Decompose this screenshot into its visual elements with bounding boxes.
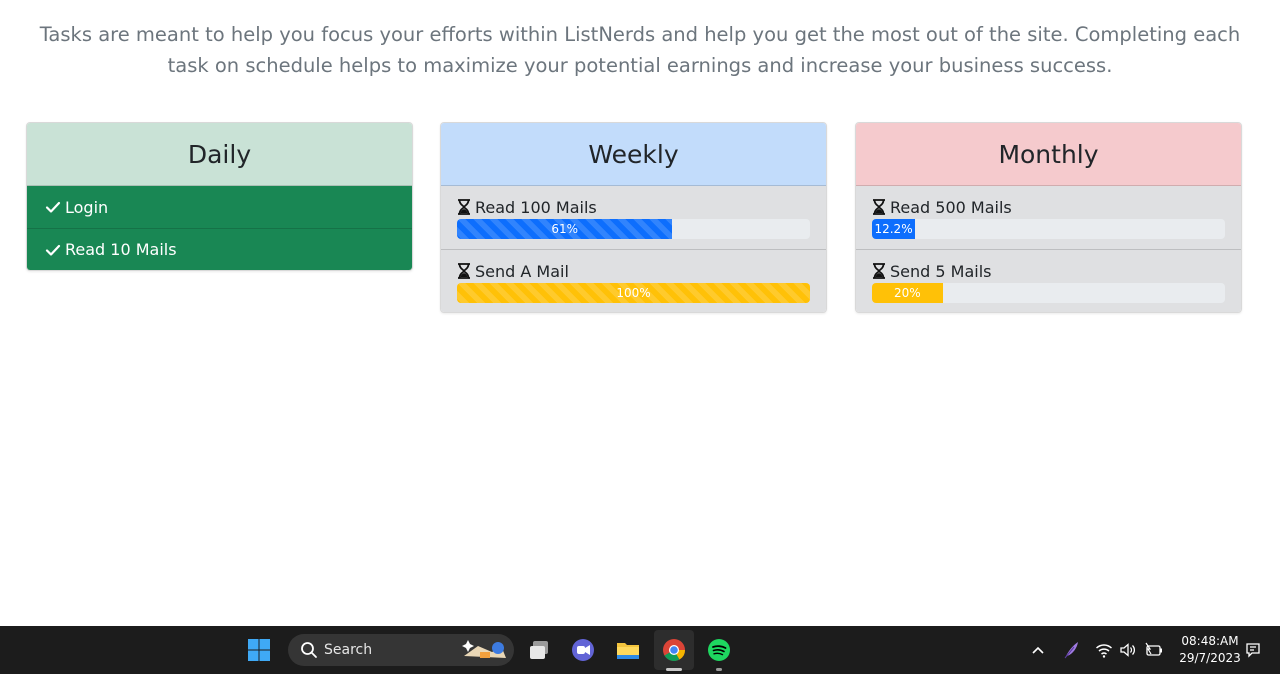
monthly-task-list: Read 500 Mails 12.2% Send 5 Mails 20% <box>856 186 1241 312</box>
monthly-card: Monthly Read 500 Mails 12.2% Send 5 Mail… <box>855 122 1242 313</box>
hourglass-icon <box>873 263 885 279</box>
active-app-indicator <box>666 668 682 671</box>
daily-card: Daily Login Read 10 Mails <box>26 122 413 271</box>
weekly-task-list: Read 100 Mails 61% Send A Mail 100% <box>441 186 826 312</box>
check-icon <box>45 244 61 256</box>
battery-icon[interactable] <box>1144 640 1164 660</box>
task-label: Send 5 Mails <box>890 261 992 281</box>
chevron-up-icon[interactable] <box>1030 640 1046 660</box>
wifi-icon[interactable] <box>1095 640 1113 660</box>
clock-time: 08:48:AM <box>1181 634 1239 648</box>
chrome-icon[interactable] <box>662 638 686 662</box>
hourglass-icon <box>873 199 885 215</box>
daily-task-list: Login Read 10 Mails <box>27 186 412 270</box>
progress-fill: 12.2% <box>872 219 916 239</box>
daily-task-label: Login <box>65 197 109 217</box>
progress-fill: 100% <box>457 283 810 303</box>
progress-bar: 12.2% <box>872 219 1225 239</box>
task-view-icon[interactable] <box>527 638 551 662</box>
task-label-row: Send 5 Mails <box>872 261 1225 281</box>
system-clock[interactable]: 08:48:AM 29/7/2023 <box>1170 633 1250 667</box>
clock-date: 29/7/2023 <box>1179 651 1241 665</box>
intro-text: Tasks are meant to help you focus your e… <box>39 23 1241 77</box>
spotify-icon[interactable] <box>707 638 731 662</box>
task-label: Read 100 Mails <box>475 197 597 217</box>
progress-bar: 100% <box>457 283 810 303</box>
taskbar-search[interactable]: Search <box>288 634 514 666</box>
task-label-row: Read 100 Mails <box>457 197 810 217</box>
monthly-task-read-mails[interactable]: Read 500 Mails 12.2% <box>856 186 1241 249</box>
daily-task-read-mails[interactable]: Read 10 Mails <box>27 228 412 270</box>
monthly-task-send-mails[interactable]: Send 5 Mails 20% <box>856 249 1241 312</box>
windows-start-icon[interactable] <box>247 638 271 662</box>
task-label: Read 500 Mails <box>890 197 1012 217</box>
daily-card-title: Daily <box>27 123 412 186</box>
task-label-row: Read 500 Mails <box>872 197 1225 217</box>
search-label: Search <box>324 642 373 658</box>
search-icon <box>301 642 317 658</box>
progress-fill: 61% <box>457 219 673 239</box>
volume-icon[interactable] <box>1119 640 1137 660</box>
task-label: Send A Mail <box>475 261 569 281</box>
file-explorer-icon[interactable] <box>616 638 640 662</box>
teams-chat-icon[interactable] <box>571 638 595 662</box>
progress-fill: 20% <box>872 283 943 303</box>
notification-icon[interactable] <box>1244 640 1262 660</box>
weekly-card-title: Weekly <box>441 123 826 186</box>
progress-bar: 61% <box>457 219 810 239</box>
tasks-page: Tasks are meant to help you focus your e… <box>0 0 1280 626</box>
search-highlight-icon <box>462 640 506 658</box>
task-label-row: Send A Mail <box>457 261 810 281</box>
weekly-card: Weekly Read 100 Mails 61% Send A Mail 10… <box>440 122 827 313</box>
daily-task-login[interactable]: Login <box>27 186 412 228</box>
weekly-task-read-mails[interactable]: Read 100 Mails 61% <box>441 186 826 249</box>
feather-icon[interactable] <box>1062 640 1080 660</box>
monthly-card-title: Monthly <box>856 123 1241 186</box>
hourglass-icon <box>458 199 470 215</box>
running-app-indicator <box>716 668 722 671</box>
check-icon <box>45 201 61 213</box>
taskbar: Search 08:48:AM 29/7/2023 <box>0 626 1280 674</box>
weekly-task-send-mail[interactable]: Send A Mail 100% <box>441 249 826 312</box>
hourglass-icon <box>458 263 470 279</box>
progress-bar: 20% <box>872 283 1225 303</box>
daily-task-label: Read 10 Mails <box>65 240 177 259</box>
